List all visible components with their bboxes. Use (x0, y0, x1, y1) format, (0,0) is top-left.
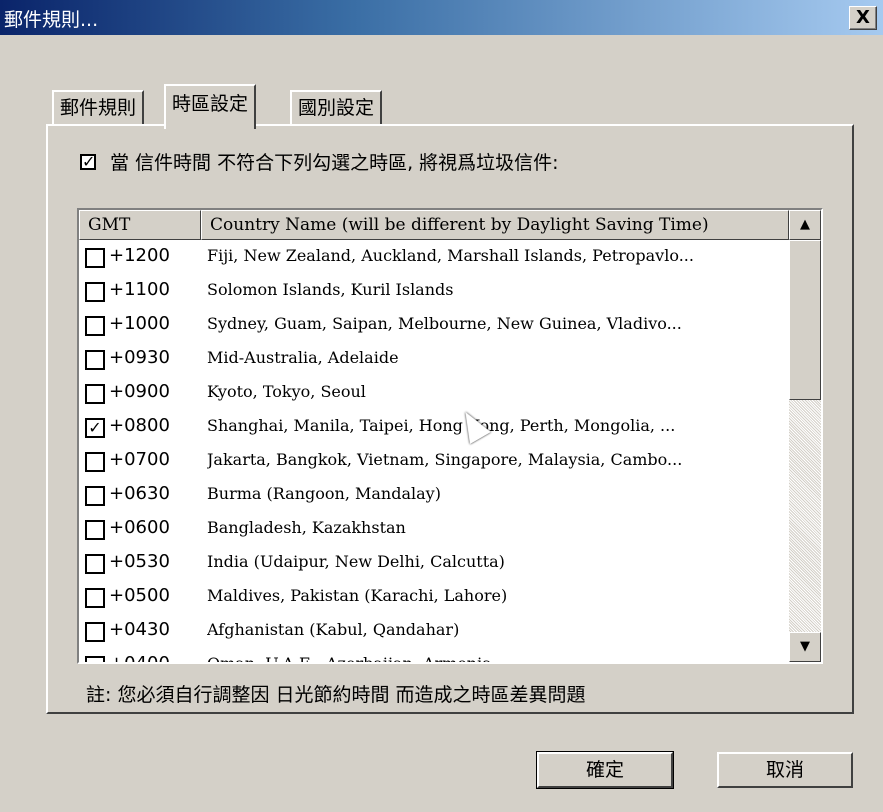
list-item[interactable]: +0530 India (Udaipur, New Delhi, Calcutta… (79, 546, 789, 580)
row-checkbox[interactable] (85, 350, 105, 370)
scroll-thumb[interactable] (789, 240, 821, 400)
country-name: Kyoto, Tokyo, Seoul (207, 382, 366, 401)
cancel-button[interactable]: 取消 (717, 752, 853, 788)
list-item[interactable]: +0900 Kyoto, Tokyo, Seoul (79, 376, 789, 410)
tab-timezone-settings[interactable]: 時區設定 (164, 84, 257, 129)
gmt-offset: +0930 (109, 347, 170, 368)
list-item[interactable]: +0630 Burma (Rangoon, Mandalay) (79, 478, 789, 512)
list-item[interactable]: +0930 Mid-Australia, Adelaide (79, 342, 789, 376)
close-button[interactable]: X (849, 6, 877, 30)
country-name: Sydney, Guam, Saipan, Melbourne, New Gui… (207, 314, 682, 333)
gmt-offset: +1200 (109, 245, 170, 266)
country-name: Oman, U.A.E., Azerbaijan, Armenia (207, 654, 492, 664)
row-checkbox[interactable] (85, 486, 105, 506)
country-name: Shanghai, Manila, Taipei, Hong Kong, Per… (207, 416, 676, 435)
gmt-offset: +1100 (109, 279, 170, 300)
gmt-offset: +0500 (109, 585, 170, 606)
country-name: Solomon Islands, Kuril Islands (207, 280, 454, 299)
row-checkbox[interactable] (85, 622, 105, 642)
gmt-offset: +0430 (109, 619, 170, 640)
country-name: Afghanistan (Kabul, Qandahar) (207, 620, 460, 639)
country-name: Mid-Australia, Adelaide (207, 348, 399, 367)
country-name: Burma (Rangoon, Mandalay) (207, 484, 441, 503)
spam-filter-checkbox[interactable]: ✓ (80, 154, 96, 170)
row-checkbox[interactable] (85, 384, 105, 404)
vertical-scrollbar[interactable]: ▲ ▼ (789, 210, 821, 662)
country-name: Maldives, Pakistan (Karachi, Lahore) (207, 586, 508, 605)
gmt-offset: +0700 (109, 449, 170, 470)
gmt-offset: +0530 (109, 551, 170, 572)
tab-mail-rules[interactable]: 郵件規則 (52, 90, 145, 125)
gmt-offset: +0900 (109, 381, 170, 402)
gmt-offset: +0800 (109, 415, 170, 436)
list-item[interactable]: ✓ +0800 Shanghai, Manila, Taipei, Hong Kon… (79, 410, 789, 444)
gmt-offset: +0600 (109, 517, 170, 538)
column-header-country[interactable]: Country Name (will be different by Dayli… (201, 210, 789, 240)
column-header-gmt[interactable]: GMT (79, 210, 201, 240)
list-item[interactable]: +0500 Maldives, Pakistan (Karachi, Lahore… (79, 580, 789, 614)
list-item[interactable]: +0430 Afghanistan (Kabul, Qandahar) (79, 614, 789, 648)
list-item[interactable]: +1200 Fiji, New Zealand, Auckland, Marsha… (79, 240, 789, 274)
row-checkbox[interactable] (85, 520, 105, 540)
country-name: Fiji, New Zealand, Auckland, Marshall Is… (207, 246, 694, 265)
row-checkbox[interactable] (85, 282, 105, 302)
tab-country-settings[interactable]: 國別設定 (290, 90, 383, 125)
window-title: 郵件規則... (4, 9, 99, 31)
list-item[interactable]: +1100 Solomon Islands, Kuril Islands (79, 274, 789, 308)
row-checkbox[interactable] (85, 452, 105, 472)
row-checkbox[interactable] (85, 248, 105, 268)
country-name: India (Udaipur, New Delhi, Calcutta) (207, 552, 505, 571)
list-item[interactable]: +1000 Sydney, Guam, Saipan, Melbourne, Ne… (79, 308, 789, 342)
list-item[interactable]: +0700 Jakarta, Bangkok, Vietnam, Singapor… (79, 444, 789, 478)
list-item[interactable]: +0400 Oman, U.A.E., Azerbaijan, Armenia (79, 648, 789, 664)
gmt-offset: +0400 (109, 653, 170, 664)
dst-note: 註: 您必須自行調整因 日光節約時間 而造成之時區差異問題 (86, 684, 586, 706)
gmt-offset: +0630 (109, 483, 170, 504)
row-checkbox[interactable] (85, 554, 105, 574)
scroll-down-icon[interactable]: ▼ (789, 632, 821, 662)
spam-filter-label: 當 信件時間 不符合下列勾選之時區, 將視爲垃圾信件: (110, 152, 559, 174)
timezone-list[interactable]: GMT Country Name (will be different by D… (77, 208, 823, 664)
country-name: Bangladesh, Kazakhstan (207, 518, 406, 537)
title-bar[interactable]: 郵件規則... X (0, 0, 883, 35)
scroll-up-icon[interactable]: ▲ (789, 210, 821, 240)
row-checkbox[interactable] (85, 588, 105, 608)
gmt-offset: +1000 (109, 313, 170, 334)
row-checkbox[interactable] (85, 656, 105, 662)
ok-button[interactable]: 確定 (536, 751, 674, 789)
row-checkbox[interactable]: ✓ (85, 418, 105, 438)
row-checkbox[interactable] (85, 316, 105, 336)
country-name: Jakarta, Bangkok, Vietnam, Singapore, Ma… (207, 450, 683, 469)
list-item[interactable]: +0600 Bangladesh, Kazakhstan (79, 512, 789, 546)
